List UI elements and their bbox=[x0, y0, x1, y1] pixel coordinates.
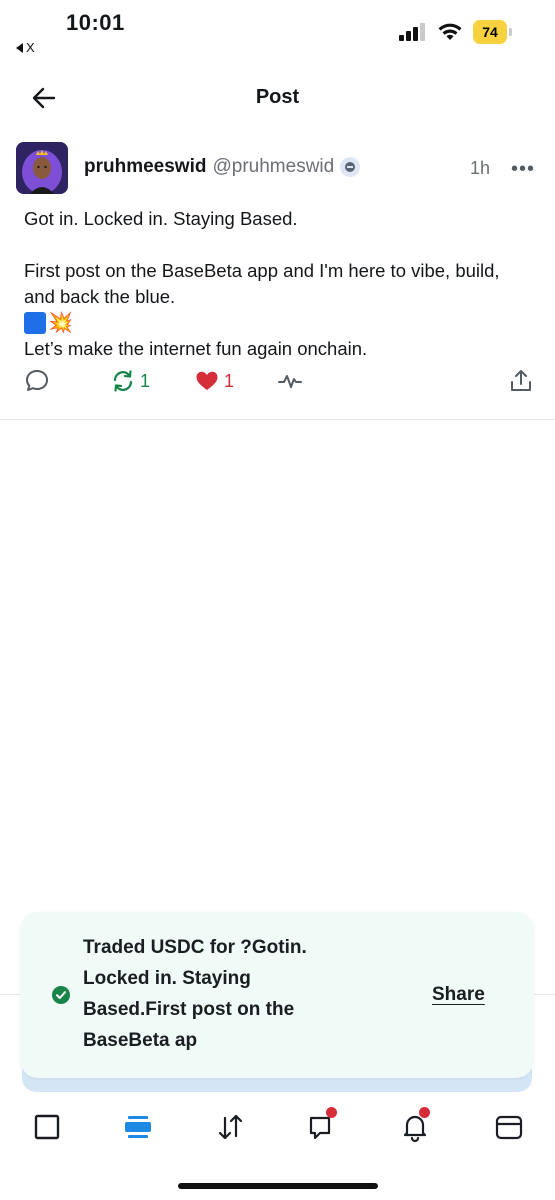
back-app-label: X bbox=[26, 40, 35, 55]
reply-button[interactable] bbox=[24, 368, 50, 394]
status-bar: 10:01 X 74 bbox=[0, 0, 555, 60]
analytics-button[interactable] bbox=[277, 368, 303, 394]
share-button[interactable] bbox=[508, 368, 534, 394]
recast-count: 1 bbox=[140, 370, 151, 391]
post-text-line: Got in. Locked in. Staying Based. bbox=[24, 208, 298, 229]
swap-arrows-icon[interactable] bbox=[213, 1110, 247, 1144]
chat-notification-badge bbox=[326, 1107, 337, 1118]
battery-indicator: 74 bbox=[473, 20, 513, 44]
wallet-icon[interactable] bbox=[492, 1110, 526, 1144]
back-triangle-icon bbox=[16, 42, 23, 53]
page-header: Post bbox=[0, 70, 555, 126]
like-button[interactable]: 1 bbox=[194, 368, 234, 394]
nav-notifications-button[interactable] bbox=[398, 1107, 432, 1144]
post-actions: 1 1 bbox=[0, 368, 555, 398]
trade-toast[interactable]: Traded USDC for ?Gotin. Locked in. Stayi… bbox=[20, 912, 534, 1078]
comment-icon bbox=[26, 370, 48, 391]
post-card: pruhmeeswid @pruhmeswid 1h ••• Got in. L… bbox=[0, 140, 555, 420]
feed-icon[interactable] bbox=[121, 1110, 155, 1144]
battery-tip bbox=[509, 28, 512, 36]
recast-icon bbox=[113, 370, 133, 392]
post-text-line: Let’s make the internet fun again onchai… bbox=[24, 338, 368, 359]
check-circle-icon bbox=[52, 986, 70, 1004]
post-text-line: First post on the BaseBeta app and I'm h… bbox=[24, 260, 500, 307]
post-timestamp: 1h bbox=[470, 158, 491, 178]
post-author-row: pruhmeeswid @pruhmeswid bbox=[84, 156, 361, 178]
post-emoji-row: 💥 bbox=[24, 310, 534, 336]
author-handle[interactable]: @pruhmeswid bbox=[212, 156, 334, 178]
post-body: Got in. Locked in. Staying Based. First … bbox=[24, 206, 534, 362]
author-name[interactable]: pruhmeeswid bbox=[84, 156, 206, 178]
square-icon[interactable] bbox=[30, 1110, 64, 1144]
heart-icon bbox=[196, 371, 218, 390]
blue-square-emoji-icon bbox=[24, 312, 46, 334]
avatar[interactable] bbox=[16, 142, 68, 194]
nav-chat-button[interactable] bbox=[305, 1107, 339, 1144]
status-time: 10:01 bbox=[66, 10, 125, 35]
channel-badge-icon bbox=[340, 157, 361, 177]
collision-emoji: 💥 bbox=[48, 312, 73, 334]
avatar-illustration bbox=[16, 142, 68, 194]
toast-share-button[interactable]: Share bbox=[432, 984, 485, 1006]
pulse-icon bbox=[278, 375, 302, 388]
battery-level: 74 bbox=[473, 20, 507, 44]
like-count: 1 bbox=[224, 370, 235, 391]
page-title: Post bbox=[255, 86, 300, 108]
notification-badge bbox=[419, 1107, 430, 1118]
wifi-icon bbox=[438, 23, 462, 40]
toast-message: Traded USDC for ?Gotin. Locked in. Stayi… bbox=[83, 937, 307, 1051]
share-upload-icon bbox=[511, 370, 531, 391]
back-to-app-link[interactable]: X bbox=[16, 40, 35, 55]
more-options-icon[interactable]: ••• bbox=[511, 158, 535, 181]
home-indicator bbox=[178, 1183, 378, 1189]
recast-button[interactable]: 1 bbox=[110, 368, 150, 394]
cellular-signal-icon bbox=[399, 23, 425, 41]
bottom-navigation bbox=[0, 1107, 555, 1160]
